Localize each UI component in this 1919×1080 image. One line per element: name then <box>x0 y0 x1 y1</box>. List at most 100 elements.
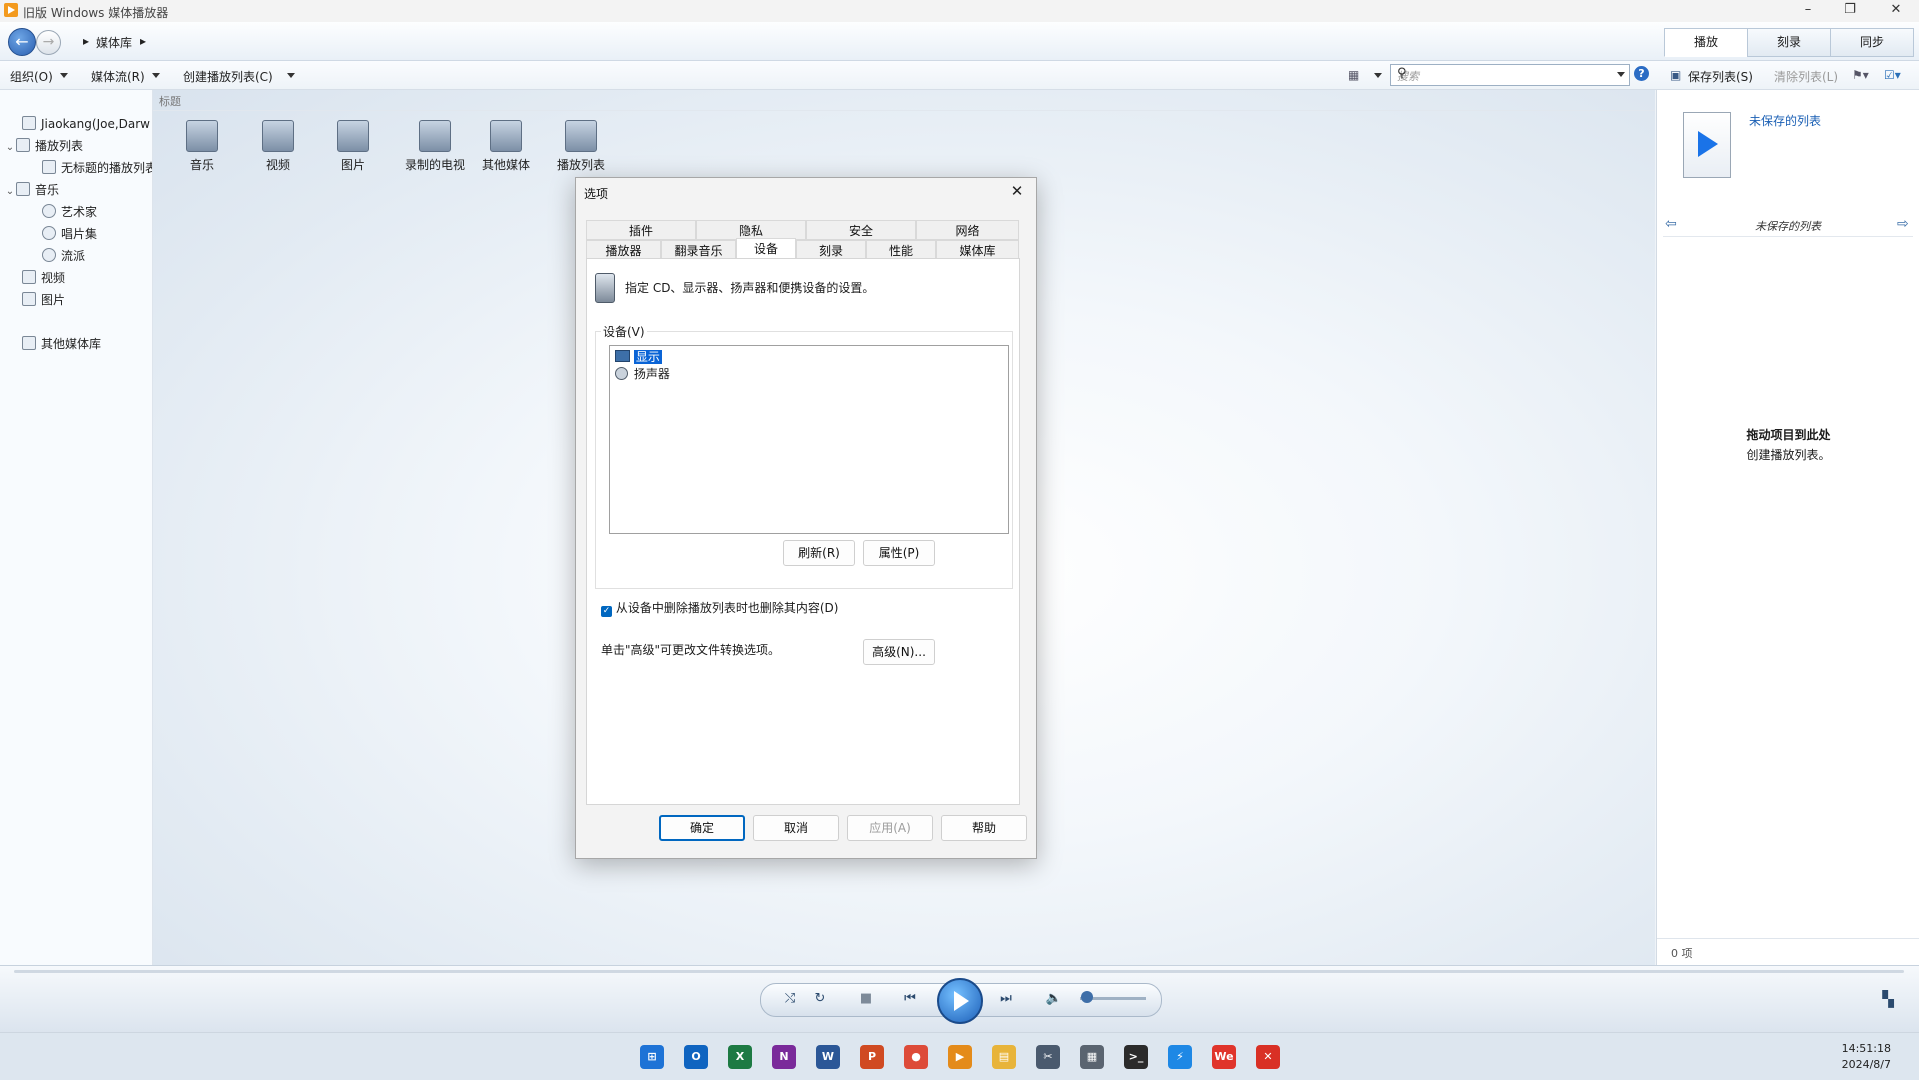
start-icon[interactable]: ⊞ <box>640 1045 664 1069</box>
tab-library[interactable]: 媒体库 <box>936 240 1019 260</box>
properties-button[interactable]: 属性(P) <box>863 540 935 566</box>
tab-player[interactable]: 播放器 <box>586 240 661 260</box>
forward-button[interactable]: → <box>36 30 61 55</box>
view-options-icon[interactable]: ▦ <box>1348 68 1359 82</box>
tab-security[interactable]: 安全 <box>806 220 916 240</box>
ok-button[interactable]: 确定 <box>659 815 745 841</box>
devices-description: 指定 CD、显示器、扬声器和便携设备的设置。 <box>625 281 875 295</box>
stream-menu[interactable]: 媒体流(R) <box>91 68 145 85</box>
sidebar-item-untitled-playlist[interactable]: 无标题的播放列表 <box>0 158 152 178</box>
seek-bar[interactable] <box>14 970 1904 973</box>
xmind-icon[interactable]: ✕ <box>1256 1045 1280 1069</box>
column-title[interactable]: 标题 <box>159 93 181 109</box>
terminal-icon[interactable]: >_ <box>1124 1045 1148 1069</box>
chevron-down-icon[interactable]: ⌄ <box>4 138 16 156</box>
sidebar-item-music[interactable]: ⌄ 音乐 <box>0 180 156 200</box>
sidebar-item-albums[interactable]: 唱片集 <box>0 224 152 244</box>
excel-icon[interactable]: X <box>728 1045 752 1069</box>
arrow-left-icon[interactable]: ⇦ <box>1665 216 1677 232</box>
restore-button[interactable]: ❐ <box>1827 0 1873 22</box>
cancel-button[interactable]: 取消 <box>753 815 839 841</box>
onenote-icon[interactable]: N <box>772 1045 796 1069</box>
system-clock[interactable]: 14:51:18 2024/8/7 <box>1842 1041 1891 1073</box>
minimize-button[interactable]: – <box>1785 0 1831 22</box>
organize-menu[interactable]: 组织(O) <box>10 68 53 85</box>
calculator-icon[interactable]: ▦ <box>1080 1045 1104 1069</box>
mute-icon[interactable]: 🔈 <box>1044 990 1064 1008</box>
switch-view-icon[interactable]: ▚ <box>1878 990 1898 1008</box>
tab-burn-options[interactable]: 刻录 <box>796 240 866 260</box>
breadcrumb-library[interactable]: 媒体库 <box>96 34 132 51</box>
repeat-icon[interactable]: ↻ <box>810 990 830 1008</box>
tile-playlists[interactable]: 播放列表 <box>541 120 621 173</box>
list-item[interactable]: 扬声器 <box>615 366 672 382</box>
volume-knob[interactable] <box>1080 991 1093 1003</box>
powerpoint-icon[interactable]: P <box>860 1045 884 1069</box>
chevron-down-icon[interactable] <box>60 73 68 78</box>
unsaved-list-link[interactable]: 未保存的列表 <box>1749 112 1821 129</box>
play-button[interactable] <box>937 978 983 1024</box>
sidebar-item-other-libraries[interactable]: 其他媒体库 <box>0 334 152 354</box>
previous-icon[interactable]: ⏮ <box>890 990 930 1008</box>
shuffle-icon[interactable]: ⤭ <box>780 990 800 1008</box>
checkbox-checked-icon[interactable]: ✓ <box>601 606 612 617</box>
tile-video[interactable]: 视频 <box>243 120 313 173</box>
chevron-down-icon[interactable]: ⌄ <box>4 182 16 200</box>
file-explorer-icon[interactable]: ▤ <box>992 1045 1016 1069</box>
sidebar-item-artists[interactable]: 艺术家 <box>0 202 152 222</box>
apply-button[interactable]: 应用(A) <box>847 815 933 841</box>
stop-icon[interactable]: ■ <box>856 990 876 1008</box>
tile-label: 录制的电视 <box>404 158 465 172</box>
tab-performance[interactable]: 性能 <box>866 240 936 260</box>
media-player-icon[interactable]: ▶ <box>948 1045 972 1069</box>
refresh-button[interactable]: 刷新(R) <box>783 540 855 566</box>
tab-rip-music[interactable]: 翻录音乐 <box>661 240 736 260</box>
search-icon[interactable]: ⚲ <box>1397 66 1609 81</box>
sidebar-item-user-library[interactable]: Jiaokang(Joe,Darw <box>0 114 152 134</box>
list-options-icon[interactable]: ⚑▾ <box>1852 68 1869 82</box>
snipping-icon[interactable]: ✂ <box>1036 1045 1060 1069</box>
delete-content-checkbox-row[interactable]: ✓ 从设备中删除播放列表时也删除其内容(D) <box>601 599 838 617</box>
tab-play[interactable]: 播放 <box>1664 28 1748 57</box>
back-button[interactable]: ← <box>8 28 36 56</box>
sidebar-item-genres[interactable]: 流派 <box>0 246 152 266</box>
tab-network[interactable]: 网络 <box>916 220 1019 240</box>
tile-music[interactable]: 音乐 <box>167 120 237 173</box>
tile-pictures[interactable]: 图片 <box>318 120 388 173</box>
wps-icon[interactable]: We <box>1212 1045 1236 1069</box>
tab-devices[interactable]: 设备 <box>736 238 796 260</box>
tab-privacy[interactable]: 隐私 <box>696 220 806 240</box>
clear-list-button[interactable]: 清除列表(L) <box>1774 68 1838 85</box>
save-icon[interactable]: ▣ <box>1670 68 1681 82</box>
advanced-button[interactable]: 高级(N)... <box>863 639 935 665</box>
close-window-button[interactable]: ✕ <box>1873 0 1919 22</box>
arrow-right-icon[interactable]: ⇨ <box>1897 216 1909 232</box>
next-icon[interactable]: ⏭ <box>986 990 1026 1008</box>
word-icon[interactable]: W <box>816 1045 840 1069</box>
tab-sync[interactable]: 同步 <box>1830 28 1914 57</box>
chrome-icon[interactable]: ● <box>904 1045 928 1069</box>
help-button[interactable]: 帮助 <box>941 815 1027 841</box>
tab-plugins[interactable]: 插件 <box>586 220 696 240</box>
sidebar-item-playlists[interactable]: ⌄ 播放列表 <box>0 136 156 156</box>
breadcrumb-arrow-icon[interactable]: ▸ <box>140 34 146 48</box>
close-icon[interactable]: ✕ <box>1006 181 1028 201</box>
chevron-down-icon[interactable] <box>152 73 160 78</box>
devices-list[interactable]: 显示 扬声器 <box>609 345 1009 534</box>
chevron-down-icon[interactable] <box>287 73 295 78</box>
checklist-icon[interactable]: ☑▾ <box>1884 68 1901 82</box>
tile-other-media[interactable]: 其他媒体 <box>466 120 546 173</box>
save-list-button[interactable]: 保存列表(S) <box>1688 68 1753 85</box>
chevron-down-icon[interactable] <box>1374 73 1382 78</box>
search-box[interactable]: 搜索 ⚲ <box>1390 64 1630 86</box>
thunder-icon[interactable]: ⚡ <box>1168 1045 1192 1069</box>
help-icon[interactable]: ? <box>1634 66 1649 81</box>
list-item[interactable]: 显示 <box>615 349 662 365</box>
sidebar-item-videos[interactable]: 视频 <box>0 268 152 288</box>
outlook-icon[interactable]: O <box>684 1045 708 1069</box>
portable-device-icon[interactable] <box>595 273 615 303</box>
chevron-down-icon[interactable] <box>1617 72 1625 77</box>
create-playlist-menu[interactable]: 创建播放列表(C) <box>183 68 273 85</box>
sidebar-item-pictures[interactable]: 图片 <box>0 290 152 310</box>
tab-burn[interactable]: 刻录 <box>1747 28 1831 57</box>
